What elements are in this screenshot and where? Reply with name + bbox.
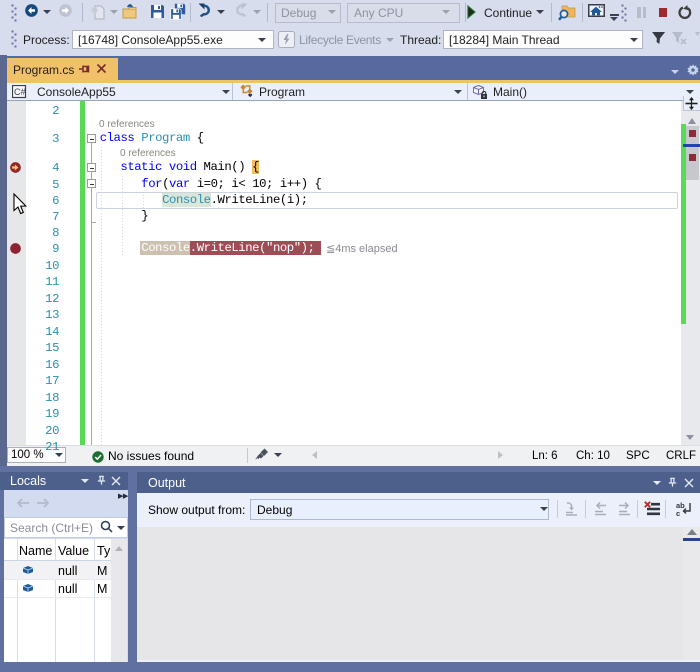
svg-text:c: c bbox=[676, 509, 680, 517]
svg-text:C#: C# bbox=[14, 87, 26, 97]
